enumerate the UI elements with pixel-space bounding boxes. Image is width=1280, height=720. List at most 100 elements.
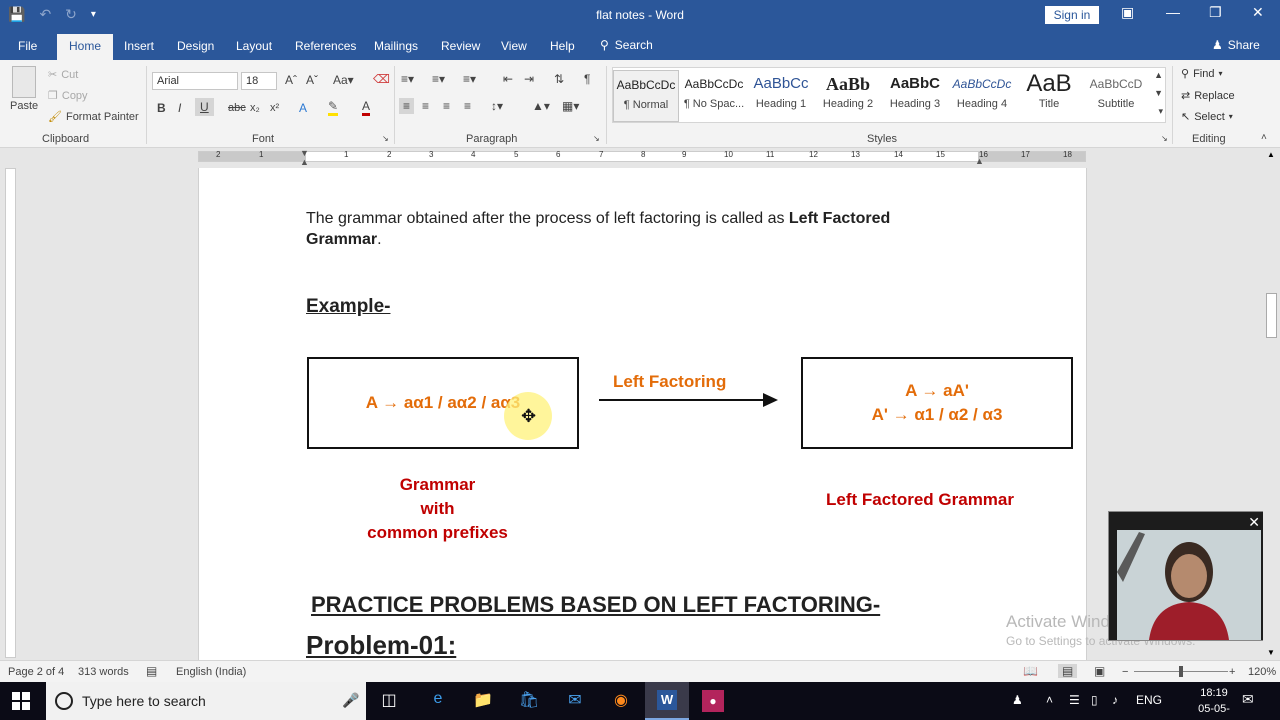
print-layout-icon[interactable]: ▤ xyxy=(1058,664,1078,678)
document-page[interactable]: The grammar obtained after the process o… xyxy=(198,168,1087,660)
read-mode-icon[interactable]: 📖 xyxy=(1023,664,1038,678)
cut-button[interactable]: ✂ Cut xyxy=(48,68,78,82)
highlight-color-icon[interactable]: ✎ xyxy=(328,99,339,116)
style-subtitle[interactable]: AaBbCcD Subtitle xyxy=(1083,70,1149,122)
ribbon-display-options-icon[interactable]: ▣ xyxy=(1121,4,1134,21)
change-case-icon[interactable]: Aa▾ xyxy=(333,73,354,87)
close-video-icon[interactable]: ✕ xyxy=(1248,514,1260,531)
paste-button-label[interactable]: Paste xyxy=(10,100,38,112)
increase-indent-icon[interactable]: ⇥ xyxy=(524,72,534,86)
show-formatting-marks-icon[interactable]: ¶ xyxy=(584,72,590,86)
style-heading-1[interactable]: AaBbCc Heading 1 xyxy=(748,70,814,122)
volume-icon[interactable]: ♪ xyxy=(1112,693,1118,707)
style-heading-3[interactable]: AaBbC Heading 3 xyxy=(882,70,948,122)
tab-design[interactable]: Design xyxy=(177,39,214,53)
battery-icon[interactable]: ▯ xyxy=(1091,693,1098,707)
line-spacing-icon[interactable]: ↕▾ xyxy=(491,99,503,113)
font-size-combo[interactable]: 18 xyxy=(241,72,277,90)
align-center-icon[interactable]: ≡ xyxy=(422,99,429,113)
style-title[interactable]: AaB Title xyxy=(1016,70,1082,122)
share-button[interactable]: ♟ Share xyxy=(1212,38,1260,52)
font-color-icon[interactable]: A xyxy=(362,99,371,116)
numbering-icon[interactable]: ≡▾ xyxy=(432,72,445,86)
italic-icon[interactable]: I xyxy=(178,101,181,115)
find-button[interactable]: ⚲ Find ▾ xyxy=(1181,67,1222,81)
scroll-thumb[interactable] xyxy=(1266,293,1277,338)
edge-browser-icon[interactable]: e xyxy=(427,690,449,712)
tab-references[interactable]: References xyxy=(295,39,356,53)
taskbar-search-box[interactable]: Type here to search 🎤 xyxy=(46,682,366,720)
word-count[interactable]: 313 words xyxy=(78,666,129,678)
close-icon[interactable]: ✕ xyxy=(1252,4,1264,21)
underline-icon[interactable]: U xyxy=(195,98,214,116)
shrink-font-icon[interactable]: Aˇ xyxy=(306,73,318,87)
format-painter-button[interactable]: 🖌 Format Painter xyxy=(48,110,139,124)
microphone-icon[interactable]: 🎤 xyxy=(342,692,359,709)
grow-font-icon[interactable]: Aˆ xyxy=(285,73,297,87)
scroll-up-icon[interactable]: ▲ xyxy=(1267,150,1275,159)
align-left-icon[interactable]: ≡ xyxy=(399,98,415,114)
store-icon[interactable]: 🛍 xyxy=(518,690,540,712)
proofing-icon[interactable]: ▤ xyxy=(146,664,157,678)
styles-more-icon[interactable]: ▾ xyxy=(1158,106,1163,117)
word-taskbar-button[interactable]: W xyxy=(645,682,689,720)
firefox-icon[interactable]: ◉ xyxy=(610,690,632,712)
tab-home[interactable]: Home xyxy=(57,34,114,60)
mail-icon[interactable]: ✉ xyxy=(564,690,586,712)
scroll-down-icon[interactable]: ▼ xyxy=(1267,648,1275,657)
tell-me-search[interactable]: ⚲ Search xyxy=(600,38,653,52)
tab-file[interactable]: File xyxy=(18,39,37,53)
style-no-spacing[interactable]: AaBbCcDc ¶ No Spac... xyxy=(681,70,747,122)
windows-start-icon[interactable] xyxy=(12,692,30,710)
paste-icon[interactable] xyxy=(12,66,36,98)
copy-button[interactable]: ❐ Copy xyxy=(48,89,88,103)
strikethrough-icon[interactable]: abc xyxy=(228,102,246,114)
file-explorer-icon[interactable]: 📁 xyxy=(472,690,494,712)
superscript-icon[interactable]: x² xyxy=(270,102,279,114)
tab-view[interactable]: View xyxy=(501,39,527,53)
zoom-in-icon[interactable]: + xyxy=(1229,666,1235,678)
styles-scroll-up-icon[interactable]: ▲ xyxy=(1154,70,1163,80)
align-right-icon[interactable]: ≡ xyxy=(443,99,450,113)
tab-mailings[interactable]: Mailings xyxy=(374,39,418,53)
page-count[interactable]: Page 2 of 4 xyxy=(8,666,64,678)
webcam-overlay[interactable]: ✕ xyxy=(1108,511,1267,641)
tab-layout[interactable]: Layout xyxy=(236,39,272,53)
horizontal-ruler[interactable]: 2 1 1 2 3 4 5 6 7 8 9 10 11 12 13 14 15 … xyxy=(0,148,1280,167)
select-button[interactable]: ↖ Select ▾ xyxy=(1181,110,1233,124)
style-heading-2[interactable]: AaBb Heading 2 xyxy=(815,70,881,122)
tab-help[interactable]: Help xyxy=(550,39,575,53)
action-center-icon[interactable]: ✉ xyxy=(1242,691,1254,708)
vertical-ruler[interactable] xyxy=(5,168,16,658)
decrease-indent-icon[interactable]: ⇤ xyxy=(503,72,513,86)
vertical-scrollbar[interactable]: ▲ ▼ xyxy=(1263,148,1280,660)
shading-icon[interactable]: ▲▾ xyxy=(532,99,550,113)
zoom-level[interactable]: 120% xyxy=(1248,666,1276,678)
multilevel-list-icon[interactable]: ≡▾ xyxy=(463,72,476,86)
tab-review[interactable]: Review xyxy=(441,39,480,53)
language-tray[interactable]: ENG xyxy=(1136,693,1162,707)
replace-button[interactable]: ⇄ Replace xyxy=(1181,89,1235,103)
minimize-icon[interactable]: — xyxy=(1166,4,1180,20)
font-name-combo[interactable]: Arial xyxy=(152,72,238,90)
tab-insert[interactable]: Insert xyxy=(124,39,154,53)
sort-icon[interactable]: ⇅ xyxy=(554,72,564,86)
task-view-icon[interactable]: ◫ xyxy=(378,690,400,712)
restore-icon[interactable]: ❐ xyxy=(1209,4,1222,21)
style-heading-4[interactable]: AaBbCcDc Heading 4 xyxy=(949,70,1015,122)
subscript-icon[interactable]: x₂ xyxy=(250,102,260,114)
paragraph-dialog-launcher-icon[interactable]: ↘ xyxy=(593,134,600,143)
font-dialog-launcher-icon[interactable]: ↘ xyxy=(382,134,389,143)
clear-formatting-icon[interactable]: ⌫ xyxy=(373,72,390,86)
right-indent-marker-icon[interactable]: ▲ xyxy=(975,156,984,166)
collapse-ribbon-icon[interactable]: ˄ xyxy=(1261,132,1267,143)
zoom-slider-thumb[interactable] xyxy=(1179,666,1183,677)
language-indicator[interactable]: English (India) xyxy=(176,666,246,678)
hanging-indent-marker-icon[interactable]: ▲ xyxy=(300,157,309,167)
text-effects-icon[interactable]: A xyxy=(299,101,307,115)
style-normal[interactable]: AaBbCcDc ¶ Normal xyxy=(613,70,679,122)
sign-in-button[interactable]: Sign in xyxy=(1045,6,1099,24)
people-icon[interactable]: ♟ xyxy=(1012,693,1023,707)
web-layout-icon[interactable]: ▣ xyxy=(1094,664,1105,678)
tray-overflow-icon[interactable]: ˄ xyxy=(1046,693,1053,707)
